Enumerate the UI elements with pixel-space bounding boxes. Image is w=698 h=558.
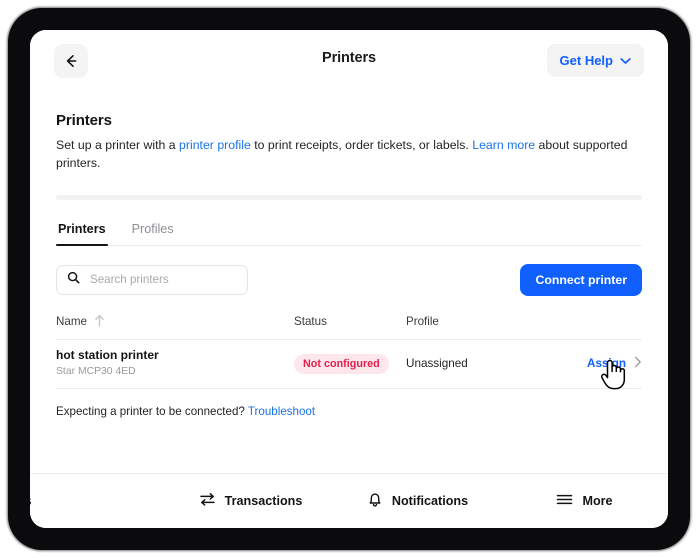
get-help-button[interactable]: Get Help <box>546 44 644 77</box>
printer-model: Star MCP30 4ED <box>56 366 136 378</box>
nav-notifications-label: Notifications <box>391 494 469 508</box>
nav-item-orders[interactable]: rders <box>30 494 167 508</box>
footnote-text: Expecting a printer to be connected? <box>56 404 248 418</box>
tab-bar: Printers Profiles <box>56 222 642 246</box>
nav-orders-label: rders <box>30 494 32 508</box>
nav-item-more[interactable]: More <box>501 493 668 509</box>
bottom-navigation-bar: rders Transactions <box>30 473 668 528</box>
status-badge: Not configured <box>294 353 389 374</box>
chevron-right-icon <box>634 355 642 373</box>
hamburger-menu-icon <box>556 493 573 509</box>
bell-icon <box>367 491 383 511</box>
nav-transactions-label: Transactions <box>224 494 303 508</box>
list-toolbar: Connect printer <box>56 263 642 296</box>
learn-more-link[interactable]: Learn more <box>472 138 535 152</box>
column-header-status[interactable]: Status <box>294 315 406 328</box>
footnote: Expecting a printer to be connected? Tro… <box>56 405 642 418</box>
cell-profile: Unassigned <box>406 357 468 371</box>
sort-ascending-arrow-icon <box>94 314 105 330</box>
search-input[interactable] <box>88 272 237 288</box>
tab-printers[interactable]: Printers <box>56 221 108 246</box>
table-header-row: Name Status Profile <box>56 314 642 340</box>
printers-table: Name Status Profile hot station printer … <box>56 314 642 389</box>
assign-link[interactable]: Assign <box>587 357 626 370</box>
page-content: Printers Set up a printer with a printer… <box>30 112 668 418</box>
column-header-profile-label: Profile <box>406 315 439 329</box>
tab-printers-label: Printers <box>58 221 106 236</box>
section-description: Set up a printer with a printer profile … <box>56 137 642 173</box>
chevron-down-icon <box>620 53 631 68</box>
column-header-profile[interactable]: Profile <box>406 315 556 328</box>
device-screen: Printers Get Help Printers Set up a prin… <box>30 30 668 528</box>
cell-name: hot station printer Star MCP30 4ED <box>56 348 294 380</box>
tab-profiles-label: Profiles <box>131 221 174 236</box>
connect-printer-label: Connect printer <box>535 272 627 287</box>
desc-text-1: Set up a printer with a <box>56 138 180 152</box>
transactions-icon <box>199 492 216 510</box>
printer-profile-link[interactable]: printer profile <box>179 138 251 152</box>
top-app-bar: Printers Get Help <box>30 30 668 92</box>
cell-action: Assign <box>556 355 642 373</box>
nav-more-label: More <box>582 494 613 508</box>
troubleshoot-link[interactable]: Troubleshoot <box>248 405 315 418</box>
section-divider <box>56 194 642 200</box>
connect-printer-button[interactable]: Connect printer <box>520 263 642 296</box>
device-frame: Printers Get Help Printers Set up a prin… <box>8 8 690 550</box>
desc-text-2: to print receipts, order tickets, or lab… <box>250 138 473 152</box>
column-header-status-label: Status <box>294 315 327 329</box>
search-box[interactable] <box>56 264 248 295</box>
table-row[interactable]: hot station printer Star MCP30 4ED Not c… <box>56 340 642 389</box>
nav-item-transactions[interactable]: Transactions <box>167 492 334 510</box>
cell-status: Not configured <box>294 353 406 374</box>
tab-profiles[interactable]: Profiles <box>130 222 176 245</box>
nav-item-notifications[interactable]: Notifications <box>334 491 501 511</box>
column-header-name-label: Name <box>56 315 87 329</box>
search-icon <box>67 271 80 289</box>
get-help-label: Get Help <box>559 53 613 68</box>
printer-name: hot station printer <box>56 347 159 362</box>
column-header-name[interactable]: Name <box>56 314 294 330</box>
section-heading: Printers <box>56 112 112 129</box>
